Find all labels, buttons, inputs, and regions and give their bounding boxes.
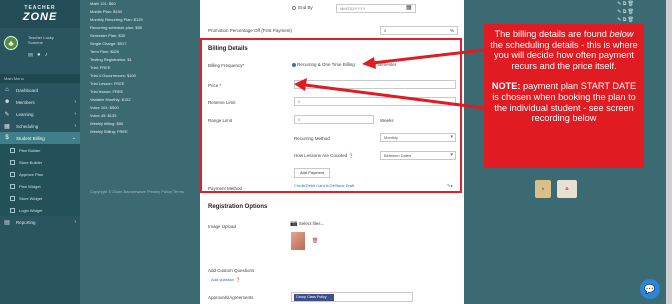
arrow-to-price	[304, 83, 485, 110]
arrowhead-price-icon	[294, 78, 307, 91]
arrow-to-frequency	[371, 48, 485, 65]
arrowhead-frequency-icon	[362, 57, 376, 69]
page-scrollbar[interactable]	[666, 0, 672, 304]
chat-bubble-icon[interactable]: 💬	[640, 279, 660, 299]
annotation-arrows	[294, 48, 485, 110]
